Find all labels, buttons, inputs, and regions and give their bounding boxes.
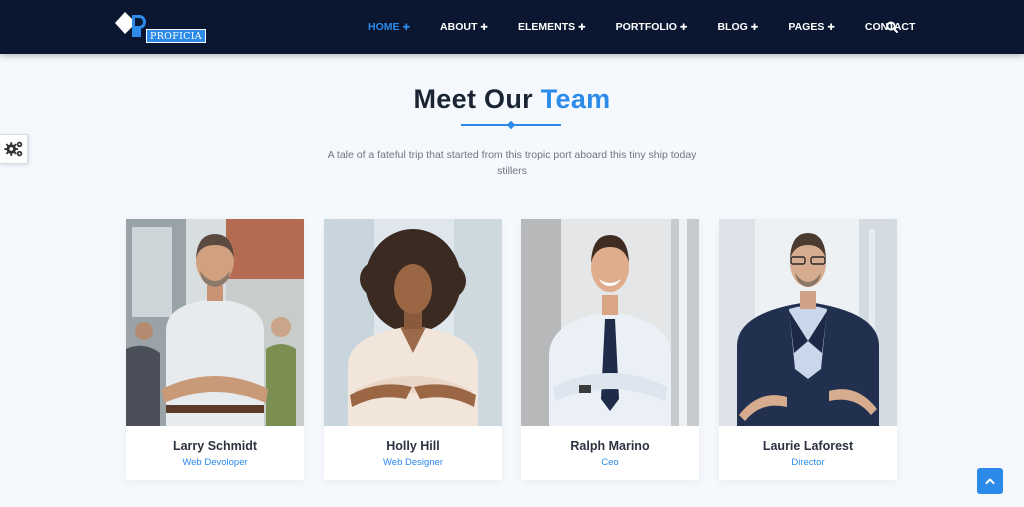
team-member-name: Laurie Laforest bbox=[762, 439, 854, 453]
team-member-photo bbox=[521, 219, 699, 426]
nav-label: PAGES bbox=[788, 21, 825, 33]
section-title-main: Meet Our bbox=[413, 84, 541, 114]
scroll-to-top-button[interactable] bbox=[977, 468, 1003, 494]
diamond-icon bbox=[506, 120, 516, 130]
team-member-role: Web Devoloper bbox=[182, 457, 248, 468]
plus-icon: ✚ bbox=[679, 21, 688, 32]
team-member-role: Director bbox=[791, 457, 825, 468]
nav-item-blog[interactable]: BLOG ✚ bbox=[717, 21, 758, 33]
nav-item-about[interactable]: ABOUT ✚ bbox=[440, 21, 488, 33]
nav-label: HOME bbox=[368, 21, 400, 33]
main-nav: HOME ✚ ABOUT ✚ ELEMENTS ✚ PORTFOLIO ✚ BLOG ✚ … bbox=[368, 0, 945, 54]
settings-toggle-button[interactable] bbox=[0, 134, 28, 164]
section-title: Meet Our Team bbox=[0, 84, 1024, 115]
plus-icon: ✚ bbox=[750, 21, 759, 32]
nav-item-pages[interactable]: PAGES ✚ bbox=[788, 21, 835, 33]
nav-item-elements[interactable]: ELEMENTS ✚ bbox=[518, 21, 586, 33]
team-member-photo bbox=[719, 219, 897, 426]
plus-icon: ✚ bbox=[827, 21, 835, 32]
team-card[interactable]: Laurie Laforest Director bbox=[719, 219, 897, 480]
nav-item-home[interactable]: HOME ✚ bbox=[368, 21, 410, 33]
team-member-photo bbox=[324, 219, 502, 426]
chevron-up-icon bbox=[985, 478, 995, 484]
team-member-photo bbox=[126, 219, 304, 426]
logo-text: PROFICIA bbox=[146, 29, 206, 43]
nav-label: PORTFOLIO bbox=[615, 21, 677, 33]
team-card[interactable]: Larry Schmidt Web Devoloper bbox=[126, 219, 304, 480]
nav-label: ELEMENTS bbox=[517, 21, 576, 33]
team-member-name: Ralph Marino bbox=[570, 439, 650, 453]
team-member-role: Web Designer bbox=[382, 457, 444, 468]
top-navbar: PROFICIA HOME ✚ ABOUT ✚ ELEMENTS ✚ PORTFOLI… bbox=[0, 0, 1024, 54]
team-card[interactable]: Ralph Marino Ceo bbox=[521, 219, 699, 480]
plus-icon: ✚ bbox=[480, 21, 488, 32]
logo-mark-icon bbox=[115, 12, 146, 37]
section-subtitle: A tale of a fateful trip that started fr… bbox=[327, 149, 697, 177]
plus-icon: ✚ bbox=[578, 21, 586, 32]
search-icon[interactable] bbox=[886, 21, 898, 33]
site-logo[interactable]: PROFICIA bbox=[115, 10, 206, 46]
section-title-accent: Team bbox=[540, 84, 611, 114]
team-member-name: Holly Hill bbox=[386, 439, 440, 453]
team-member-name: Larry Schmidt bbox=[172, 439, 258, 453]
team-member-role: Ceo bbox=[601, 457, 619, 468]
nav-label: ABOUT bbox=[440, 21, 478, 33]
team-card[interactable]: Holly Hill Web Designer bbox=[324, 219, 502, 480]
title-divider bbox=[461, 120, 561, 130]
nav-label: BLOG bbox=[717, 21, 748, 33]
gears-icon bbox=[3, 141, 22, 157]
nav-item-portfolio[interactable]: PORTFOLIO ✚ bbox=[616, 21, 688, 33]
plus-icon: ✚ bbox=[402, 21, 411, 32]
